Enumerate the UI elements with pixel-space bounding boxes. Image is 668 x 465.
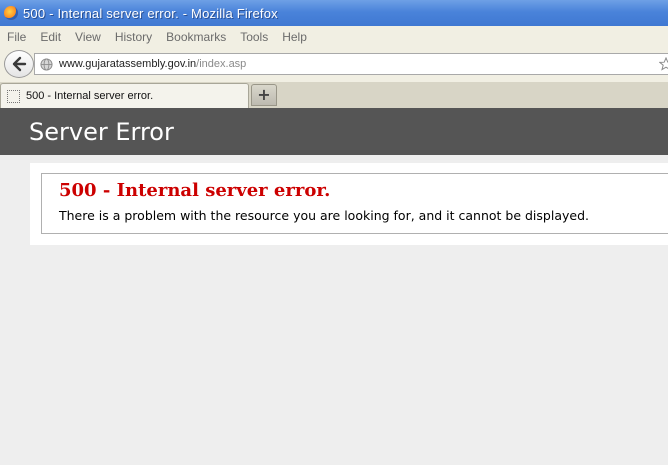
error-heading: 500 - Internal server error. <box>59 180 331 201</box>
window-title: 500 - Internal server error. - Mozilla F… <box>23 5 278 21</box>
url-text[interactable]: www.gujaratassembly.gov.in/index.asp <box>59 58 246 70</box>
page-title: Server Error <box>29 118 174 146</box>
error-message: There is a problem with the resource you… <box>59 208 589 223</box>
url-path: /index.asp <box>196 58 247 70</box>
menu-tools[interactable]: Tools <box>240 30 268 44</box>
bookmark-star-icon[interactable] <box>659 57 668 71</box>
menu-edit[interactable]: Edit <box>40 30 61 44</box>
menu-history[interactable]: History <box>115 30 152 44</box>
new-tab-button[interactable]: + <box>251 84 277 106</box>
menu-view[interactable]: View <box>75 30 101 44</box>
page-header: Server Error <box>0 108 668 155</box>
navigation-toolbar: www.gujaratassembly.gov.in/index.asp <box>0 48 668 82</box>
tab-label: 500 - Internal server error. <box>26 90 154 102</box>
page-content: Server Error 500 - Internal server error… <box>0 108 668 465</box>
tab-active[interactable]: 500 - Internal server error. <box>0 83 249 108</box>
menu-help[interactable]: Help <box>282 30 307 44</box>
menu-bar: File Edit View History Bookmarks Tools H… <box>0 26 668 48</box>
back-arrow-icon <box>12 56 27 72</box>
tab-strip: 500 - Internal server error. + <box>0 82 668 108</box>
url-bar[interactable]: www.gujaratassembly.gov.in/index.asp <box>34 53 668 75</box>
globe-icon <box>40 57 53 71</box>
back-button[interactable] <box>4 50 34 78</box>
url-host: www.gujaratassembly.gov.in <box>59 58 197 70</box>
menu-bookmarks[interactable]: Bookmarks <box>166 30 226 44</box>
error-container: 500 - Internal server error. There is a … <box>30 163 668 245</box>
menu-file[interactable]: File <box>7 30 26 44</box>
error-fieldset: 500 - Internal server error. There is a … <box>41 173 668 234</box>
tab-favicon-icon <box>7 89 20 103</box>
firefox-logo-icon <box>4 6 18 20</box>
window-titlebar: 500 - Internal server error. - Mozilla F… <box>0 0 668 26</box>
